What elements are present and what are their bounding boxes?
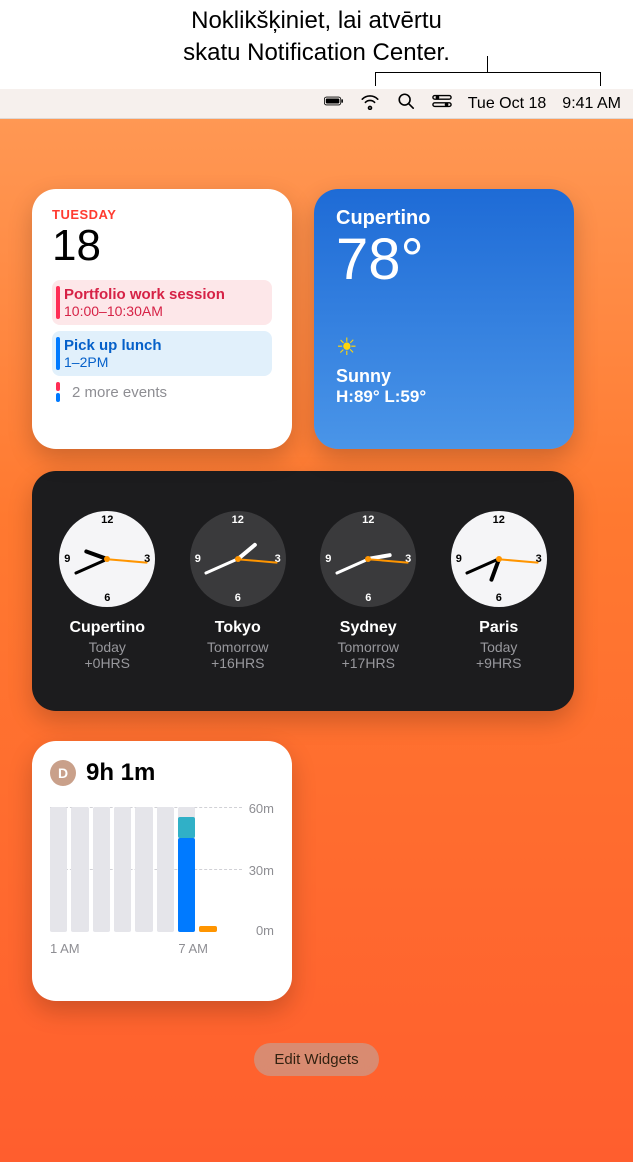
clock-offset: +17HRS — [303, 655, 434, 671]
help-callout: Noklikšķiniet, lai atvērtu skatu Notific… — [0, 0, 633, 82]
calendar-event[interactable]: Pick up lunch 1–2PM — [52, 331, 272, 376]
clock-face-icon: 123 69 — [451, 511, 547, 607]
clock-face-icon: 123 69 — [59, 511, 155, 607]
screentime-chart: 60m 30m 0m 1 AM 7 AM — [50, 801, 274, 956]
clock-day: Tomorrow — [303, 639, 434, 655]
edit-widgets-button[interactable]: Edit Widgets — [254, 1043, 378, 1076]
notification-center: TUESDAY 18 Portfolio work session 10:00–… — [0, 119, 633, 1076]
clock-item: 123 69 Sydney Tomorrow +17HRS — [303, 511, 434, 671]
more-events-icon — [56, 382, 64, 402]
chart-bar — [178, 807, 195, 932]
weather-condition: Sunny — [336, 366, 552, 387]
clock-face-icon: 123 69 — [320, 511, 416, 607]
event-title: Pick up lunch — [64, 337, 264, 354]
calendar-dayname: TUESDAY — [52, 207, 272, 222]
event-title: Portfolio work session — [64, 286, 264, 303]
control-center-icon[interactable] — [432, 92, 452, 115]
calendar-more-row: 2 more events — [52, 382, 272, 402]
y-label-30: 30m — [249, 863, 274, 878]
clock-item: 123 69 Tokyo Tomorrow +16HRS — [173, 511, 304, 671]
callout-bracket — [375, 72, 601, 86]
clock-day: Today — [42, 639, 173, 655]
y-label-60: 60m — [249, 801, 274, 816]
clock-day: Today — [434, 639, 565, 655]
weather-widget[interactable]: Cupertino 78° ☀ Sunny H:89° L:59° — [314, 189, 574, 449]
calendar-more-text: 2 more events — [72, 384, 167, 401]
clock-city: Paris — [434, 619, 565, 637]
search-icon[interactable] — [396, 92, 416, 115]
menubar-date[interactable]: Tue Oct 18 — [468, 95, 547, 113]
clock-day: Tomorrow — [173, 639, 304, 655]
chart-bar — [199, 926, 216, 932]
calendar-widget[interactable]: TUESDAY 18 Portfolio work session 10:00–… — [32, 189, 292, 449]
clock-city: Cupertino — [42, 619, 173, 637]
callout-stem — [487, 56, 488, 72]
event-time: 10:00–10:30AM — [64, 303, 264, 319]
clock-city: Tokyo — [173, 619, 304, 637]
screentime-total: 9h 1m — [86, 759, 155, 787]
callout-line2: skatu Notification Center. — [183, 39, 450, 66]
world-clock-widget[interactable]: 123 69 Cupertino Today +0HRS 123 69 Toky… — [32, 471, 574, 711]
chart-bar — [157, 807, 174, 932]
event-time: 1–2PM — [64, 354, 264, 370]
menubar: Tue Oct 18 9:41 AM — [0, 89, 633, 119]
calendar-event[interactable]: Portfolio work session 10:00–10:30AM — [52, 280, 272, 325]
clock-item: 123 69 Cupertino Today +0HRS — [42, 511, 173, 671]
clock-offset: +0HRS — [42, 655, 173, 671]
weather-range: H:89° L:59° — [336, 387, 552, 407]
wifi-icon[interactable] — [360, 92, 380, 115]
x-label-7am: 7 AM — [178, 941, 208, 956]
clock-offset: +9HRS — [434, 655, 565, 671]
x-label-1am: 1 AM — [50, 941, 80, 956]
desktop: Tue Oct 18 9:41 AM TUESDAY 18 Portfolio … — [0, 89, 633, 1162]
chart-bar — [135, 807, 152, 932]
calendar-date: 18 — [52, 224, 272, 268]
menubar-time[interactable]: 9:41 AM — [562, 95, 621, 113]
chart-bar — [114, 807, 131, 932]
sun-icon: ☀ — [336, 333, 552, 362]
battery-icon[interactable] — [324, 92, 344, 115]
weather-temp: 78° — [336, 226, 552, 293]
y-label-0: 0m — [256, 923, 274, 938]
clock-offset: +16HRS — [173, 655, 304, 671]
clock-item: 123 69 Paris Today +9HRS — [434, 511, 565, 671]
callout-line1: Noklikšķiniet, lai atvērtu — [191, 7, 442, 34]
clock-face-icon: 123 69 — [190, 511, 286, 607]
chart-bar — [50, 807, 67, 932]
chart-bar — [71, 807, 88, 932]
avatar: D — [50, 760, 76, 786]
clock-city: Sydney — [303, 619, 434, 637]
screentime-widget[interactable]: D 9h 1m 60m 30m 0m 1 AM 7 AM — [32, 741, 292, 1001]
chart-bar — [93, 807, 110, 932]
